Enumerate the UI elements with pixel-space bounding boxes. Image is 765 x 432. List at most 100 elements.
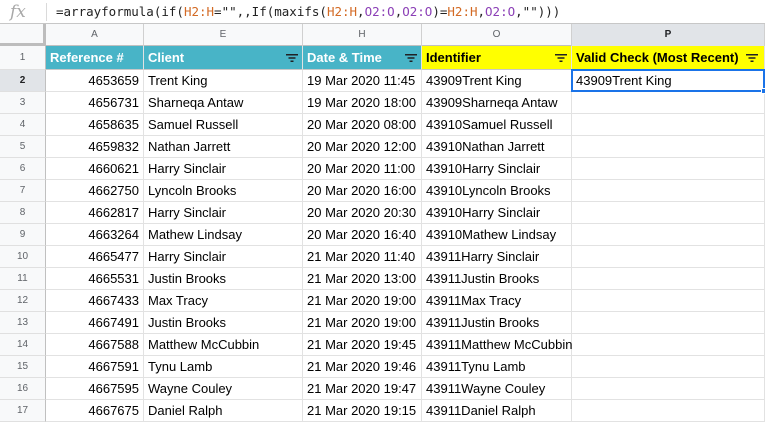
row-header[interactable]: 5: [0, 136, 46, 158]
cell-reference[interactable]: 4656731: [46, 92, 144, 114]
cell-client[interactable]: Harry Sinclair: [144, 246, 303, 268]
filter-icon[interactable]: [286, 53, 298, 63]
cell-client[interactable]: Max Tracy: [144, 290, 303, 312]
header-datetime[interactable]: Date & Time: [303, 46, 422, 70]
row-header[interactable]: 17: [0, 400, 46, 422]
cell-client[interactable]: Lyncoln Brooks: [144, 180, 303, 202]
cell-identifier[interactable]: 43910Lyncoln Brooks: [422, 180, 572, 202]
cell-reference[interactable]: 4662817: [46, 202, 144, 224]
cell-reference[interactable]: 4667433: [46, 290, 144, 312]
cell-valid-check[interactable]: [572, 378, 765, 400]
header-client[interactable]: Client: [144, 46, 303, 70]
row-header[interactable]: 16: [0, 378, 46, 400]
cell-datetime[interactable]: 21 Mar 2020 19:45: [303, 334, 422, 356]
row-header[interactable]: 4: [0, 114, 46, 136]
cell-reference[interactable]: 4667588: [46, 334, 144, 356]
column-header-p[interactable]: P: [572, 24, 765, 46]
cell-identifier[interactable]: 43911Wayne Couley: [422, 378, 572, 400]
cell-reference[interactable]: 4658635: [46, 114, 144, 136]
cell-client[interactable]: Sharneqa Antaw: [144, 92, 303, 114]
cell-identifier[interactable]: 43911Matthew McCubbin: [422, 334, 572, 356]
row-header[interactable]: 1: [0, 46, 46, 70]
cell-reference[interactable]: 4665477: [46, 246, 144, 268]
cell-identifier[interactable]: 43911Harry Sinclair: [422, 246, 572, 268]
cell-reference[interactable]: 4667591: [46, 356, 144, 378]
cell-identifier[interactable]: 43911Tynu Lamb: [422, 356, 572, 378]
cell-datetime[interactable]: 20 Mar 2020 12:00: [303, 136, 422, 158]
cell-datetime[interactable]: 21 Mar 2020 19:15: [303, 400, 422, 422]
cell-datetime[interactable]: 20 Mar 2020 11:00: [303, 158, 422, 180]
cell-valid-check[interactable]: [572, 268, 765, 290]
row-header[interactable]: 11: [0, 268, 46, 290]
row-header[interactable]: 7: [0, 180, 46, 202]
cell-identifier[interactable]: 43911Max Tracy: [422, 290, 572, 312]
cell-datetime[interactable]: 21 Mar 2020 11:40: [303, 246, 422, 268]
cell-datetime[interactable]: 20 Mar 2020 20:30: [303, 202, 422, 224]
cell-identifier[interactable]: 43910Samuel Russell: [422, 114, 572, 136]
row-header[interactable]: 3: [0, 92, 46, 114]
column-header-e[interactable]: E: [144, 24, 303, 46]
cell-valid-check[interactable]: [572, 224, 765, 246]
column-header-h[interactable]: H: [303, 24, 422, 46]
row-header[interactable]: 6: [0, 158, 46, 180]
row-header[interactable]: 14: [0, 334, 46, 356]
select-all-corner[interactable]: [0, 24, 46, 46]
cell-client[interactable]: Wayne Couley: [144, 378, 303, 400]
cell-valid-check[interactable]: [572, 202, 765, 224]
cell-reference[interactable]: 4662750: [46, 180, 144, 202]
cell-identifier[interactable]: 43911Daniel Ralph: [422, 400, 572, 422]
cell-client[interactable]: Nathan Jarrett: [144, 136, 303, 158]
cell-reference[interactable]: 4667675: [46, 400, 144, 422]
row-header[interactable]: 8: [0, 202, 46, 224]
cell-datetime[interactable]: 21 Mar 2020 19:47: [303, 378, 422, 400]
cell-datetime[interactable]: 20 Mar 2020 16:40: [303, 224, 422, 246]
cell-datetime[interactable]: 21 Mar 2020 19:00: [303, 312, 422, 334]
header-valid-check[interactable]: Valid Check (Most Recent): [572, 46, 765, 70]
row-header[interactable]: 13: [0, 312, 46, 334]
cell-valid-check[interactable]: [572, 246, 765, 268]
formula-input[interactable]: =arrayformula(if(H2:H="",,If(maxifs(H2:H…: [56, 0, 560, 24]
cell-valid-check[interactable]: [572, 356, 765, 378]
row-header[interactable]: 12: [0, 290, 46, 312]
cell-identifier[interactable]: 43911Justin Brooks: [422, 268, 572, 290]
cell-reference[interactable]: 4665531: [46, 268, 144, 290]
column-header-a[interactable]: A: [46, 24, 144, 46]
cell-valid-check[interactable]: 43909Trent King: [572, 70, 765, 92]
cell-client[interactable]: Justin Brooks: [144, 312, 303, 334]
filter-icon[interactable]: [555, 53, 567, 63]
cell-identifier[interactable]: 43911Justin Brooks: [422, 312, 572, 334]
cell-reference[interactable]: 4660621: [46, 158, 144, 180]
cell-client[interactable]: Trent King: [144, 70, 303, 92]
cell-identifier[interactable]: 43909Trent King: [422, 70, 572, 92]
row-header[interactable]: 15: [0, 356, 46, 378]
cell-reference[interactable]: 4653659: [46, 70, 144, 92]
header-identifier[interactable]: Identifier: [422, 46, 572, 70]
cell-valid-check[interactable]: [572, 180, 765, 202]
column-header-o[interactable]: O: [422, 24, 572, 46]
cell-client[interactable]: Samuel Russell: [144, 114, 303, 136]
cell-reference[interactable]: 4667595: [46, 378, 144, 400]
cell-client[interactable]: Tynu Lamb: [144, 356, 303, 378]
header-reference[interactable]: Reference #: [46, 46, 144, 70]
filter-icon[interactable]: [405, 53, 417, 63]
cell-datetime[interactable]: 21 Mar 2020 19:46: [303, 356, 422, 378]
cell-valid-check[interactable]: [572, 92, 765, 114]
row-header[interactable]: 9: [0, 224, 46, 246]
cell-valid-check[interactable]: [572, 312, 765, 334]
cell-valid-check[interactable]: [572, 400, 765, 422]
cell-client[interactable]: Mathew Lindsay: [144, 224, 303, 246]
cell-client[interactable]: Matthew McCubbin: [144, 334, 303, 356]
cell-datetime[interactable]: 19 Mar 2020 11:45: [303, 70, 422, 92]
cell-client[interactable]: Harry Sinclair: [144, 202, 303, 224]
cell-reference[interactable]: 4663264: [46, 224, 144, 246]
cell-valid-check[interactable]: [572, 334, 765, 356]
cell-identifier[interactable]: 43910Mathew Lindsay: [422, 224, 572, 246]
cell-datetime[interactable]: 19 Mar 2020 18:00: [303, 92, 422, 114]
cell-reference[interactable]: 4659832: [46, 136, 144, 158]
row-header[interactable]: 2: [0, 70, 46, 92]
row-header[interactable]: 10: [0, 246, 46, 268]
cell-identifier[interactable]: 43910Harry Sinclair: [422, 158, 572, 180]
cell-client[interactable]: Justin Brooks: [144, 268, 303, 290]
cell-identifier[interactable]: 43910Nathan Jarrett: [422, 136, 572, 158]
cell-client[interactable]: Harry Sinclair: [144, 158, 303, 180]
